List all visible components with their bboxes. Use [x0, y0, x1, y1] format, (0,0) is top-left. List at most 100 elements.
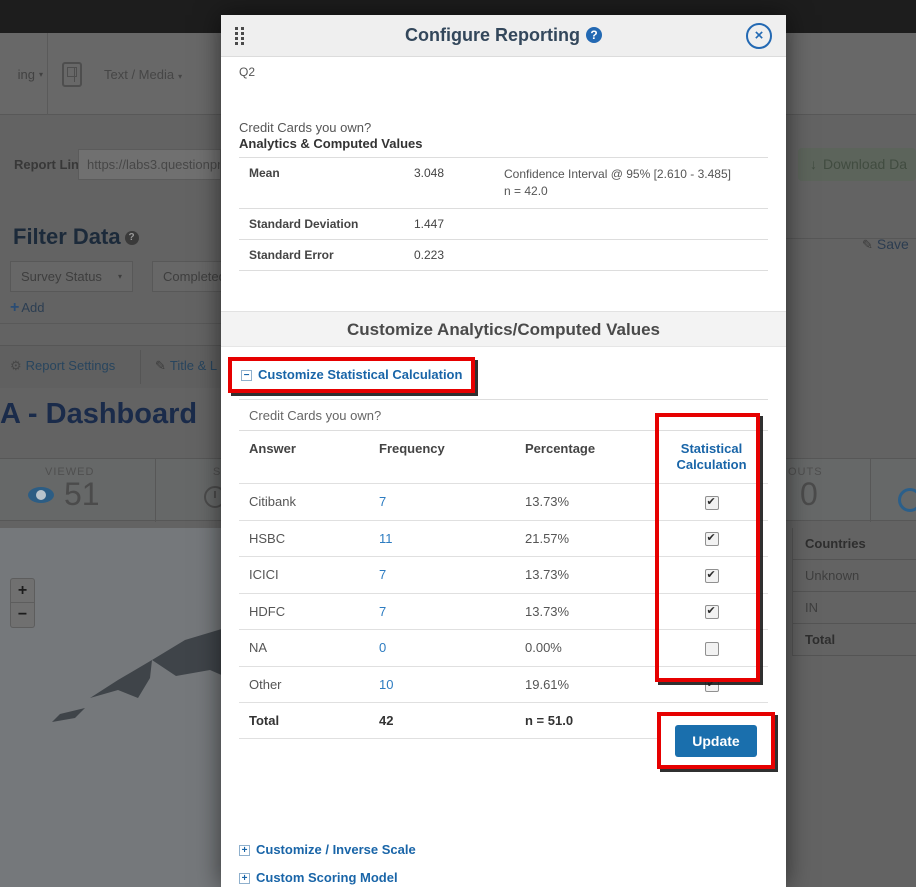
annotation-box-update: Update: [657, 712, 775, 769]
divider: [870, 459, 871, 522]
filter-data-heading: Filter Data?: [13, 224, 139, 250]
statistical-calculation-checkbox[interactable]: [705, 605, 719, 619]
help-icon[interactable]: ?: [125, 231, 139, 245]
analytics-heading: Analytics & Computed Values: [239, 136, 768, 152]
answer-cell: HDFC: [239, 604, 379, 619]
dashboard-title: A - Dashboard: [0, 398, 197, 431]
divider: [140, 350, 141, 384]
chevron-down-icon: ▾: [118, 262, 122, 291]
table-question-text: Credit Cards you own?: [249, 408, 768, 423]
filter-value-dropdown[interactable]: Completed: [152, 261, 222, 292]
download-data-label: Download Da: [823, 156, 907, 172]
analytics-stats-table: Mean 3.048 Confidence Interval @ 95% [2.…: [239, 157, 768, 271]
gear-icon: ⚙: [10, 358, 22, 373]
frequency-link[interactable]: 0: [379, 640, 386, 655]
country-row: IN: [793, 592, 916, 624]
tab-title-layout-label: Title & L: [170, 358, 217, 373]
map-zoom-control: + −: [10, 578, 35, 628]
chevron-down-icon: ▾: [178, 72, 182, 81]
answer-cell: NA: [239, 640, 379, 655]
table-row: NA 0 0.00%: [239, 630, 768, 667]
statistical-calculation-checkbox[interactable]: [705, 532, 719, 546]
add-filter-button[interactable]: +Add: [10, 299, 44, 317]
table-row: Other 10 19.61%: [239, 667, 768, 704]
configure-reporting-modal: Configure Reporting? × Q2 Credit Cards y…: [221, 15, 786, 887]
total-label: Total: [239, 713, 379, 728]
modal-header: Configure Reporting? ×: [221, 15, 786, 57]
table-row: Citibank 7 13.73%: [239, 484, 768, 521]
survey-status-dropdown[interactable]: Survey Status ▾: [10, 261, 133, 292]
tab-report-settings[interactable]: ⚙ Report Settings: [10, 358, 115, 374]
total-sample-size: n = 51.0: [525, 713, 655, 728]
answer-cell: Citibank: [239, 494, 379, 509]
zoom-out-button[interactable]: −: [10, 603, 35, 628]
sample-size: n = 42.0: [504, 183, 768, 200]
statistical-calculation-checkbox[interactable]: [705, 569, 719, 583]
statistical-calculation-checkbox[interactable]: [705, 642, 719, 656]
statistical-calculation-checkbox[interactable]: [705, 496, 719, 510]
save-link[interactable]: ✎Save: [862, 236, 909, 253]
zoom-in-button[interactable]: +: [10, 578, 35, 603]
countries-total-row: Total: [793, 624, 916, 656]
table-header-row: Answer Frequency Percentage Statistical …: [239, 431, 768, 484]
stat-row-std-deviation: Standard Deviation 1.447: [239, 208, 768, 239]
frequency-link[interactable]: 10: [379, 677, 393, 692]
country-row: Unknown: [793, 560, 916, 592]
viewed-value: 51: [64, 476, 100, 513]
frequency-table: Answer Frequency Percentage Statistical …: [239, 430, 768, 739]
question-code: Q2: [239, 65, 768, 79]
globe-icon: [898, 488, 916, 512]
countries-panel: Countries Unknown IN Total: [792, 528, 916, 656]
table-row: HSBC 11 21.57%: [239, 521, 768, 558]
edit-icon: ✎: [862, 237, 873, 252]
plus-icon: +: [10, 299, 19, 316]
report-link-input[interactable]: https://labs3.questionpr: [78, 149, 221, 180]
answer-cell: ICICI: [239, 567, 379, 582]
customize-inverse-scale-link[interactable]: +Customize / Inverse Scale: [239, 842, 768, 857]
confidence-interval: Confidence Interval @ 95% [2.610 - 3.485…: [504, 166, 768, 183]
download-data-button[interactable]: ↓ Download Da: [798, 148, 916, 181]
divider: [0, 323, 221, 324]
percentage-cell: 21.57%: [525, 531, 655, 546]
toolbar-item-left[interactable]: ing ▾: [0, 33, 48, 115]
expand-icon: +: [239, 873, 250, 884]
report-link-label: Report Link: [14, 157, 86, 172]
frequency-link[interactable]: 7: [379, 604, 386, 619]
percentage-cell: 13.73%: [525, 604, 655, 619]
stat-row-std-error: Standard Error 0.223: [239, 239, 768, 271]
customize-statistical-calculation-link[interactable]: −Customize Statistical Calculation: [241, 367, 462, 382]
percentage-cell: 13.73%: [525, 567, 655, 582]
help-icon[interactable]: ?: [586, 27, 602, 43]
divider: [155, 459, 156, 522]
stat-row-mean: Mean 3.048 Confidence Interval @ 95% [2.…: [239, 157, 768, 208]
frequency-link[interactable]: 7: [379, 494, 386, 509]
text-media-icon: [62, 62, 82, 87]
col-header-frequency: Frequency: [379, 441, 525, 456]
close-icon[interactable]: ×: [746, 23, 772, 49]
answer-cell: Other: [239, 677, 379, 692]
percentage-cell: 13.73%: [525, 494, 655, 509]
tab-title-layout[interactable]: ✎Title & L: [155, 358, 221, 374]
question-text: Credit Cards you own?: [239, 120, 768, 136]
download-icon: ↓: [810, 148, 817, 181]
tab-report-settings-label: Report Settings: [26, 358, 116, 373]
frequency-link[interactable]: 7: [379, 567, 386, 582]
annotation-box-statistical-calculation: −Customize Statistical Calculation: [228, 357, 475, 393]
col-header-statistical-calculation: Statistical Calculation: [655, 441, 768, 473]
toolbar-item-text-media[interactable]: Text / Media▾: [48, 33, 218, 115]
customize-section-heading: Customize Analytics/Computed Values: [221, 311, 786, 347]
update-button[interactable]: Update: [675, 725, 756, 757]
frequency-link[interactable]: 11: [379, 531, 393, 546]
col-header-answer: Answer: [239, 441, 379, 456]
expand-icon: +: [239, 845, 250, 856]
col-header-percentage: Percentage: [525, 441, 655, 456]
survey-status-value: Survey Status: [21, 262, 102, 291]
collapsed-sections: +Customize / Inverse Scale +Custom Scori…: [239, 842, 768, 887]
total-frequency: 42: [379, 713, 525, 728]
settings-tab-bar: ⚙ Report Settings ✎Title & L: [0, 345, 221, 388]
custom-scoring-model-link[interactable]: +Custom Scoring Model: [239, 870, 768, 885]
add-filter-label: Add: [21, 300, 44, 315]
statistical-calculation-checkbox[interactable]: [705, 678, 719, 692]
eye-icon: [28, 487, 54, 503]
countries-header: Countries: [793, 528, 916, 560]
